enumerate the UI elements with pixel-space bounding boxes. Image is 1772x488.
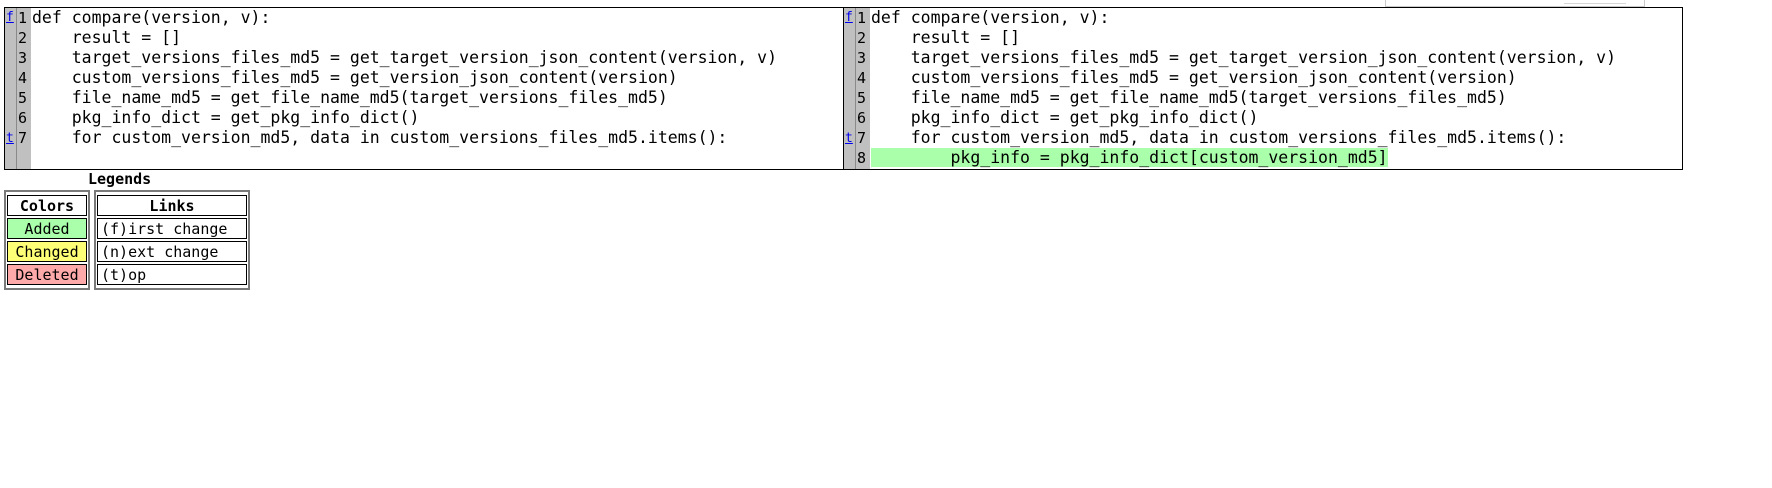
line-number: 1 (18, 9, 28, 27)
left-top-link[interactable]: t (6, 129, 14, 149)
added-line-text: pkg_info = pkg_info_dict[custom_version_… (950, 148, 1388, 167)
line-number: 5 (857, 89, 867, 107)
code-line: for custom_version_md5, data in custom_v… (871, 128, 1567, 147)
right-code: def compare(version, v): result = [] tar… (870, 8, 1682, 169)
legend-colors-table: Colors Added Changed Deleted (7, 193, 87, 287)
code-line: pkg_info_dict = get_pkg_info_dict() (871, 108, 1259, 127)
left-pane: f t 1 2 3 4 5 6 7 def compare(version, v… (5, 8, 844, 169)
code-line: for custom_version_md5, data in custom_v… (32, 128, 728, 147)
right-first-change-link[interactable]: f (845, 8, 853, 28)
right-nav-gutter: f t (844, 8, 855, 169)
code-line: target_versions_files_md5 = get_target_v… (871, 48, 1617, 67)
legend-deleted-swatch: Deleted (7, 264, 87, 285)
code-line: file_name_md5 = get_file_name_md5(target… (871, 88, 1507, 107)
code-line: custom_versions_files_md5 = get_version_… (32, 68, 678, 87)
right-pane: f t 1 2 3 4 5 6 7 8 def compare(version,… (844, 8, 1682, 169)
code-line: result = [] (32, 28, 182, 47)
legend-colors-header: Colors (7, 195, 87, 216)
legend-links-table: Links (f)irst change (n)ext change (t)op (97, 193, 247, 287)
right-top-link[interactable]: t (845, 129, 853, 149)
top-right-fragment-inner (1564, 0, 1626, 4)
line-number: 4 (18, 69, 28, 87)
right-line-numbers: 1 2 3 4 5 6 7 8 (855, 8, 870, 169)
line-number: 6 (857, 109, 867, 127)
code-line: file_name_md5 = get_file_name_md5(target… (32, 88, 668, 107)
line-number: 7 (857, 129, 867, 147)
code-line: custom_versions_files_md5 = get_version_… (871, 68, 1517, 87)
legend-link-first: (f)irst change (97, 218, 247, 239)
legend-link-next: (n)ext change (97, 241, 247, 262)
left-first-change-link[interactable]: f (6, 8, 14, 28)
diff-table: f t 1 2 3 4 5 6 7 def compare(version, v… (4, 7, 1683, 170)
legend-added-swatch: Added (7, 218, 87, 239)
code-line: def compare(version, v): (32, 8, 271, 27)
legend-links-header: Links (97, 195, 247, 216)
line-number: 4 (857, 69, 867, 87)
line-number: 3 (18, 49, 28, 67)
line-number: 1 (857, 9, 867, 27)
code-line: pkg_info_dict = get_pkg_info_dict() (32, 108, 420, 127)
code-line: def compare(version, v): (871, 8, 1110, 27)
code-line: result = [] (871, 28, 1021, 47)
line-number: 2 (857, 29, 867, 47)
code-line: target_versions_files_md5 = get_target_v… (32, 48, 778, 67)
legend-title: Legends (88, 170, 152, 188)
line-number: 3 (857, 49, 867, 67)
legend-colors-box: Colors Added Changed Deleted (4, 190, 90, 290)
left-nav-gutter: f t (5, 8, 16, 169)
line-number: 5 (18, 89, 28, 107)
legend-changed-swatch: Changed (7, 241, 87, 262)
legend: Colors Added Changed Deleted Links (f)ir… (4, 190, 250, 290)
added-code-line: pkg_info = pkg_info_dict[custom_version_… (870, 148, 1682, 168)
line-number: 8 (857, 149, 867, 167)
top-right-fragment (1385, 0, 1645, 7)
line-number: 7 (18, 129, 28, 147)
legend-links-box: Links (f)irst change (n)ext change (t)op (94, 190, 250, 290)
legend-link-top: (t)op (97, 264, 247, 285)
line-number: 2 (18, 29, 28, 47)
line-number: 6 (18, 109, 28, 127)
left-line-numbers: 1 2 3 4 5 6 7 (16, 8, 31, 169)
added-line-indent (871, 148, 951, 167)
left-code: def compare(version, v): result = [] tar… (31, 8, 843, 169)
